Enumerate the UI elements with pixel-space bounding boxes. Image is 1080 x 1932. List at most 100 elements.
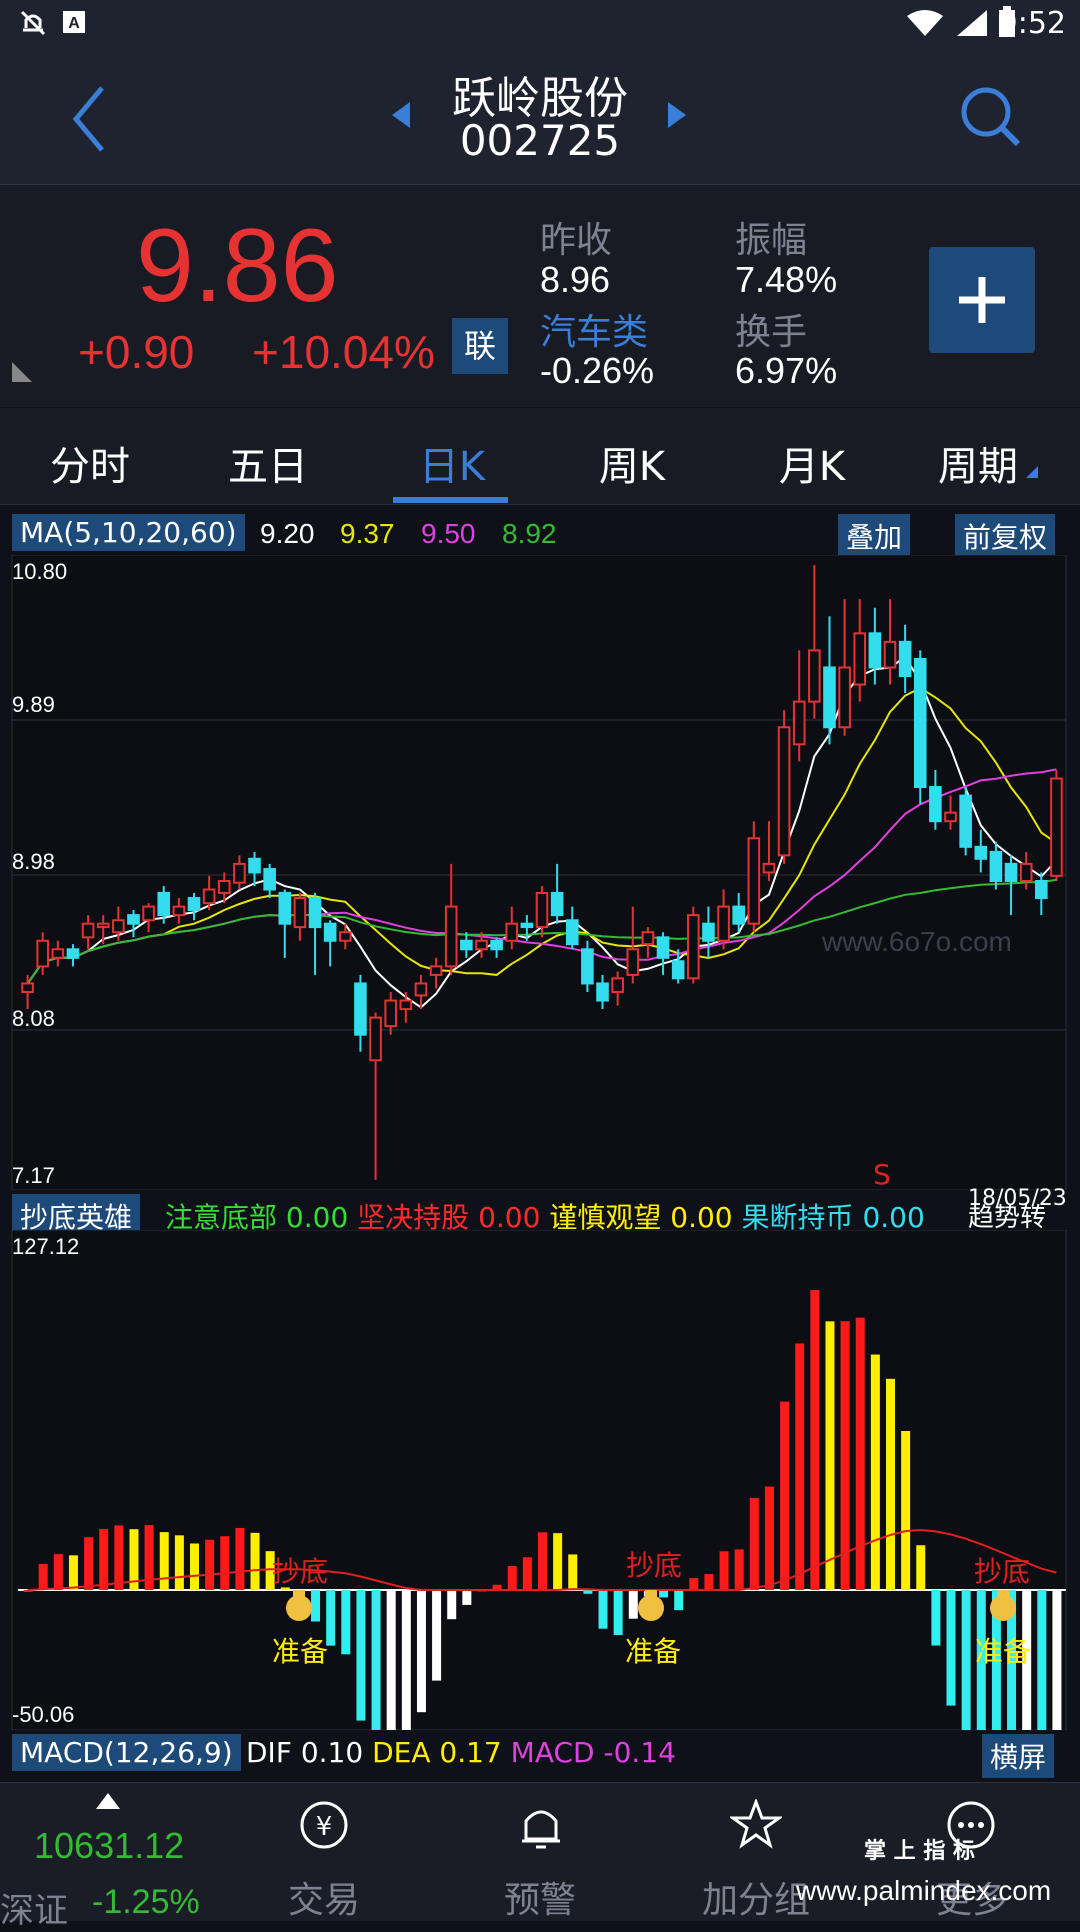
s-marker: S bbox=[873, 1158, 891, 1191]
trade-icon[interactable]: ¥ bbox=[298, 1799, 350, 1851]
corner-triangle-icon bbox=[12, 362, 32, 382]
y-axis-label: 10.80 bbox=[12, 559, 68, 584]
indicator-bar bbox=[583, 1590, 593, 1594]
brand-cn: 掌 上 指 标 bbox=[864, 1839, 975, 1864]
indicator-bar bbox=[84, 1537, 94, 1590]
indicator-bar bbox=[810, 1290, 820, 1590]
indicator-bar bbox=[704, 1574, 714, 1590]
header: 跃岭股份 002725 bbox=[0, 44, 1080, 185]
add-watchlist-button[interactable] bbox=[929, 247, 1035, 353]
indicator-bar bbox=[598, 1590, 608, 1629]
indicator-bar bbox=[674, 1590, 684, 1611]
macd-indicator-name[interactable]: MACD(12,26,9) bbox=[12, 1734, 241, 1771]
tab-weekly-k[interactable]: 周K bbox=[552, 434, 712, 492]
indicator-bar bbox=[462, 1590, 472, 1605]
landscape-button[interactable]: 横屏 bbox=[982, 1734, 1055, 1778]
indicator-bar bbox=[749, 1498, 759, 1590]
sector-link[interactable]: 汽车类 bbox=[540, 303, 648, 355]
indicator-bar bbox=[53, 1554, 63, 1590]
indicator-bar bbox=[825, 1321, 835, 1590]
period-tabs: 分时 五日 日K 周K 月K 周期 bbox=[0, 408, 1080, 505]
app-a-icon: A bbox=[63, 11, 85, 33]
bottom-nav: 10631.12 深证 -1.25% ¥ 交易 预警 加分组 更多 掌 上 指 … bbox=[0, 1782, 1080, 1931]
tab-active-indicator bbox=[393, 497, 508, 503]
tab-five-day[interactable]: 五日 bbox=[188, 434, 348, 492]
tab-monthly-k[interactable]: 月K bbox=[732, 434, 892, 492]
ind-axis-bottom: -50.06 bbox=[12, 1702, 75, 1727]
expand-up-icon[interactable] bbox=[94, 1791, 122, 1811]
candlestick bbox=[913, 650, 927, 805]
ind-axis-top: 127.12 bbox=[12, 1234, 80, 1259]
zhunbei-marker: 准备 bbox=[625, 1635, 682, 1668]
indicator-bar bbox=[250, 1532, 260, 1590]
signal-icon bbox=[957, 10, 987, 36]
dea-label: DEA bbox=[372, 1736, 431, 1769]
indicator-bar bbox=[38, 1563, 48, 1590]
nav-alert[interactable]: 预警 bbox=[460, 1871, 620, 1923]
kline-chart[interactable] bbox=[0, 555, 1080, 1190]
y-axis-label: 8.98 bbox=[12, 849, 55, 874]
indicator-bar bbox=[689, 1578, 699, 1590]
next-stock-arrow-icon[interactable] bbox=[666, 100, 688, 130]
dropdown-triangle-icon bbox=[1026, 466, 1038, 478]
star-icon[interactable] bbox=[730, 1799, 782, 1851]
money-bag-icon bbox=[638, 1590, 664, 1621]
indicator-bar bbox=[447, 1590, 457, 1620]
tab-daily-k[interactable]: 日K bbox=[372, 434, 532, 492]
tab-intraday[interactable]: 分时 bbox=[10, 434, 170, 492]
chaodi-marker: 抄底 bbox=[272, 1555, 329, 1588]
indicator-bar bbox=[568, 1554, 578, 1590]
candlestick bbox=[581, 940, 594, 992]
candlestick bbox=[747, 821, 761, 933]
indicator-bar bbox=[553, 1533, 563, 1590]
watermark: www.6o7o.com bbox=[822, 926, 1012, 957]
prev-close-value: 8.96 bbox=[540, 259, 611, 300]
price-change-percent: +10.04% bbox=[252, 326, 435, 378]
ma5-value: 9.20 bbox=[260, 518, 315, 549]
y-axis-label: 8.08 bbox=[12, 1006, 55, 1031]
money-bag-icon bbox=[990, 1590, 1016, 1621]
status-time: 9:52 bbox=[998, 6, 1066, 41]
search-icon[interactable] bbox=[958, 84, 1022, 148]
indicator-bar bbox=[522, 1557, 532, 1590]
brand-url: www.palmindex.com bbox=[796, 1875, 1052, 1906]
status-bar: A 9:52 bbox=[0, 0, 1080, 44]
indicator-bar bbox=[855, 1317, 865, 1590]
indicator-bar bbox=[114, 1525, 124, 1590]
linked-button[interactable]: 联 bbox=[452, 318, 508, 374]
indicator-bar bbox=[190, 1543, 199, 1590]
indicator-bar bbox=[416, 1590, 426, 1713]
indicator-bar bbox=[1052, 1590, 1062, 1730]
indicator-chart[interactable] bbox=[0, 1230, 1080, 1730]
indicator-bar bbox=[840, 1321, 850, 1590]
dea-value: 0.17 bbox=[439, 1736, 502, 1769]
last-price: 9.86 bbox=[136, 208, 339, 324]
y-axis-label: 7.17 bbox=[12, 1163, 55, 1188]
index-name: 深证 bbox=[0, 1891, 68, 1931]
tab-period[interactable]: 周期 bbox=[898, 434, 1058, 492]
candlestick bbox=[1050, 769, 1063, 881]
svg-text:¥: ¥ bbox=[316, 1812, 333, 1842]
bell-icon[interactable] bbox=[516, 1799, 566, 1853]
nav-trade[interactable]: 交易 bbox=[244, 1871, 404, 1923]
indicator-bar bbox=[235, 1527, 245, 1590]
ma20-value: 9.50 bbox=[421, 518, 476, 549]
indicator-bar bbox=[780, 1401, 790, 1590]
overlay-button[interactable]: 叠加 bbox=[838, 514, 911, 558]
dif-label: DIF bbox=[246, 1736, 292, 1769]
turnover-value: 6.97% bbox=[735, 350, 838, 391]
indicator-bar bbox=[946, 1590, 956, 1706]
zhunbei-marker: 准备 bbox=[272, 1635, 329, 1668]
indicator-bar bbox=[205, 1539, 215, 1590]
macd-value: -0.14 bbox=[603, 1736, 676, 1769]
ma-indicator-name[interactable]: MA(5,10,20,60) bbox=[12, 514, 245, 551]
dif-value: 0.10 bbox=[300, 1736, 364, 1769]
adjust-button[interactable]: 前复权 bbox=[955, 514, 1056, 558]
indicator-bar bbox=[916, 1545, 926, 1590]
amplitude-value: 7.48% bbox=[735, 259, 838, 300]
indicator-bar bbox=[341, 1590, 351, 1655]
indicator-bar bbox=[886, 1378, 895, 1590]
price-change: +0.90 bbox=[78, 326, 195, 378]
y-axis-label: 9.89 bbox=[12, 692, 55, 717]
macd-legend: DIF 0.10 DEA 0.17 MACD -0.14 bbox=[246, 1736, 676, 1769]
